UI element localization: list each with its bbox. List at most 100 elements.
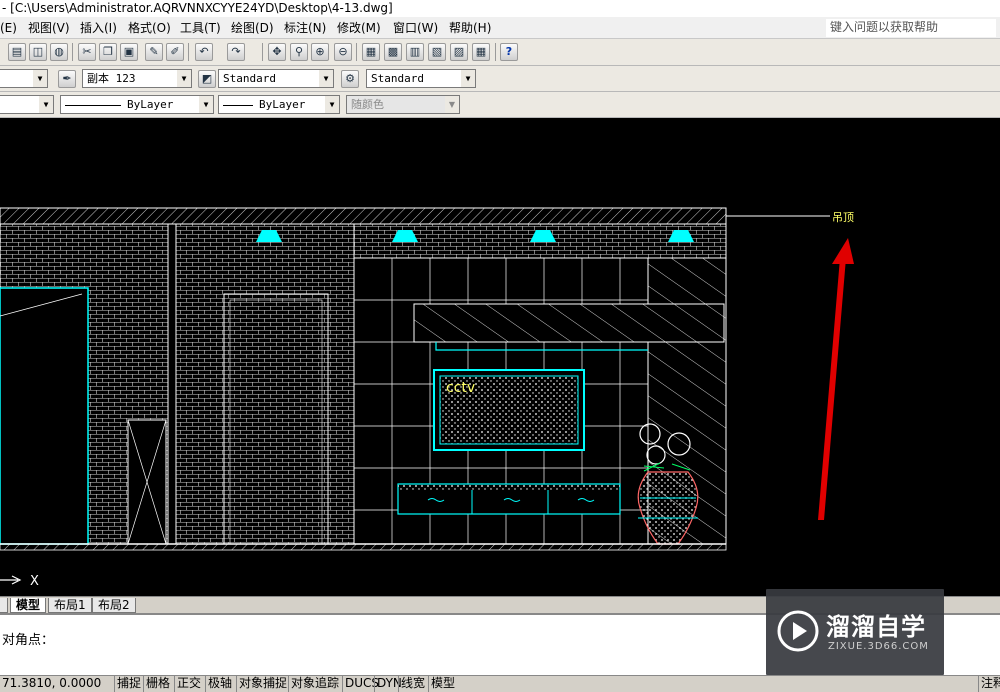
workspace-select[interactable]: ▼: [0, 69, 48, 88]
shelf-hatch: [414, 304, 724, 342]
menu-tools[interactable]: 工具(T): [180, 20, 221, 36]
menu-modify[interactable]: 修改(M): [337, 20, 381, 36]
sheet-set-icon[interactable]: ▧: [428, 43, 446, 61]
osnap-toggle[interactable]: 对象捕捉: [236, 676, 289, 692]
red-arrow-annotation: [818, 238, 854, 520]
copy-icon[interactable]: ❐: [99, 43, 117, 61]
lineweight-preview: [223, 104, 253, 106]
window-title: - [C:\Users\Administrator.AQRVNNXCYYE24Y…: [2, 1, 393, 15]
menu-help[interactable]: 帮助(H): [449, 20, 491, 36]
tab-layout2[interactable]: 布局2: [92, 598, 136, 613]
ucs-x-arrow-icon: [0, 575, 22, 585]
markup-icon[interactable]: ▨: [450, 43, 468, 61]
globe-icon[interactable]: ◍: [50, 43, 68, 61]
zoom-window-icon[interactable]: ⊕: [311, 43, 329, 61]
elevation-drawing: cctv 吊顶 X: [0, 207, 854, 589]
command-prompt: 对角点：: [2, 633, 55, 648]
tool-palettes-icon[interactable]: ▥: [406, 43, 424, 61]
zoom-previous-icon[interactable]: ⊖: [334, 43, 352, 61]
styles-toolbar: ▼ ✒ 副本 123 ▼ ◩ Standard ▼ ⚙ Standard ▼: [0, 66, 1000, 92]
match-properties-icon[interactable]: ✎: [145, 43, 163, 61]
annotation-label: 注释: [978, 676, 1000, 692]
pan-icon[interactable]: ✥: [268, 43, 286, 61]
floor-hatch: [0, 543, 727, 551]
redo-icon[interactable]: ↷: [227, 43, 245, 61]
snap-toggle[interactable]: 捕捉: [114, 676, 143, 692]
menu-draw[interactable]: 绘图(D): [231, 20, 274, 36]
table-style-select[interactable]: Standard ▼: [366, 69, 476, 88]
lineweight-value: ByLayer: [259, 98, 306, 111]
ucs-x-label: X: [30, 574, 39, 589]
play-logo-icon: [777, 610, 819, 652]
text-style-icon[interactable]: ✒: [58, 70, 76, 88]
toolbar-divider: [188, 43, 189, 61]
chevron-down-icon: ▼: [461, 70, 475, 87]
menu-view[interactable]: 视图(V): [28, 20, 70, 36]
linetype-preview: [65, 104, 121, 106]
undo-icon[interactable]: ↶: [195, 43, 213, 61]
chevron-down-icon: ▼: [319, 70, 333, 87]
design-center-icon[interactable]: ▩: [384, 43, 402, 61]
status-bar: 71.3810, 0.0000 捕捉 栅格 正交 极轴 对象捕捉 对象追踪 DU…: [0, 675, 1000, 692]
lineweight-select[interactable]: ByLayer ▼: [218, 95, 340, 114]
chevron-down-icon: ▼: [445, 96, 459, 113]
tv-label: cctv: [446, 380, 475, 396]
dimension-style-icon[interactable]: ◩: [198, 70, 216, 88]
properties-icon[interactable]: ▦: [362, 43, 380, 61]
table-style-value: Standard: [371, 72, 424, 85]
linetype-select[interactable]: ByLayer ▼: [60, 95, 214, 114]
cut-icon[interactable]: ✂: [78, 43, 96, 61]
lineweight-toggle[interactable]: 线宽: [398, 676, 427, 692]
ortho-toggle[interactable]: 正交: [174, 676, 203, 692]
grid-toggle[interactable]: 栅格: [143, 676, 172, 692]
model-toggle[interactable]: 模型: [428, 676, 457, 692]
paste-icon[interactable]: ▣: [120, 43, 138, 61]
polar-toggle[interactable]: 极轴: [205, 676, 234, 692]
plot-style-select: 随颜色 ▼: [346, 95, 460, 114]
watermark-title: 溜溜自学: [826, 613, 926, 641]
tab-scroll[interactable]: [0, 598, 8, 613]
properties-toolbar: ▼ ByLayer ▼ ByLayer ▼ 随颜色 ▼: [0, 92, 1000, 118]
menu-insert[interactable]: 插入(I): [80, 20, 117, 36]
window-title-bar: - [C:\Users\Administrator.AQRVNNXCYYE24Y…: [0, 0, 1000, 17]
toolbar-divider: [72, 43, 73, 61]
chevron-down-icon: ▼: [177, 70, 191, 87]
toolbar-divider: [495, 43, 496, 61]
wall-column: [167, 223, 177, 545]
plot-style-value: 随颜色: [351, 98, 384, 111]
middle-brick-wall: [175, 223, 355, 545]
table-style-icon[interactable]: ⚙: [341, 70, 359, 88]
coordinate-readout: 71.3810, 0.0000: [2, 676, 102, 690]
chevron-down-icon: ▼: [199, 96, 213, 113]
publish-icon[interactable]: ▤: [8, 43, 26, 61]
block-editor-icon[interactable]: ✐: [166, 43, 184, 61]
help-icon[interactable]: ?: [500, 43, 518, 61]
menu-edit[interactable]: (E): [0, 20, 17, 36]
menu-dimension[interactable]: 标注(N): [284, 20, 326, 36]
calculator-icon[interactable]: ▦: [472, 43, 490, 61]
zoom-realtime-icon[interactable]: ⚲: [290, 43, 308, 61]
menu-window[interactable]: 窗口(W): [393, 20, 438, 36]
watermark-logo: 溜溜自学 ZIXUE.3D66.COM: [766, 589, 944, 675]
standard-toolbar: ▤ ◫ ◍ ✂ ❐ ▣ ✎ ✐ ↶ ↷ ✥ ⚲ ⊕ ⊖ ▦ ▩ ▥ ▧ ▨ ▦ …: [0, 39, 1000, 66]
otrack-toggle[interactable]: 对象追踪: [288, 676, 341, 692]
drawing-canvas[interactable]: cctv 吊顶 X: [0, 118, 1000, 596]
color-select[interactable]: ▼: [0, 95, 54, 114]
text-style-value: 副本 123: [87, 72, 136, 85]
preview-icon[interactable]: ◫: [29, 43, 47, 61]
text-style-select[interactable]: 副本 123 ▼: [82, 69, 192, 88]
ceiling-label: 吊顶: [832, 211, 854, 224]
menu-bar: (E) 视图(V) 插入(I) 格式(O) 工具(T) 绘图(D) 标注(N) …: [0, 17, 1000, 39]
door-frame: [0, 287, 89, 545]
chevron-down-icon: ▼: [325, 96, 339, 113]
chevron-down-icon: ▼: [39, 96, 53, 113]
dimension-style-value: Standard: [223, 72, 276, 85]
ceiling-band: [0, 207, 727, 225]
toolbar-divider: [262, 43, 263, 61]
tab-layout1[interactable]: 布局1: [48, 598, 92, 613]
help-search-input[interactable]: 键入问题以获取帮助: [826, 19, 996, 37]
tab-model[interactable]: 模型: [10, 598, 47, 613]
menu-format[interactable]: 格式(O): [128, 20, 171, 36]
dimension-style-select[interactable]: Standard ▼: [218, 69, 334, 88]
toolbar-divider: [356, 43, 357, 61]
